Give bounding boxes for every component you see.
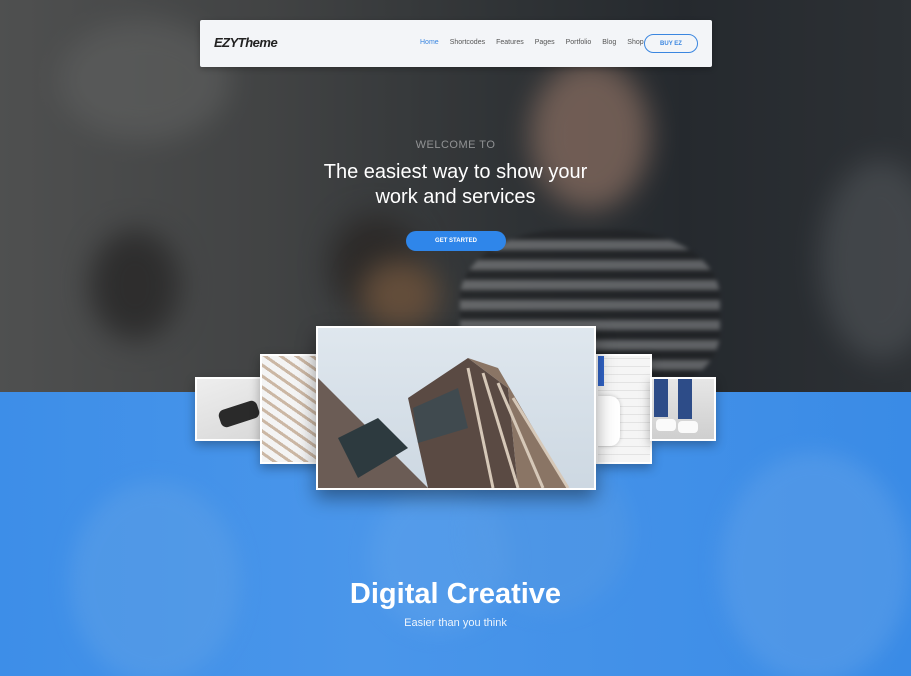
building-illustration bbox=[318, 358, 570, 488]
section-title: Digital Creative bbox=[349, 578, 562, 610]
jeans-shape bbox=[654, 379, 668, 417]
section-subtitle: Easier than you think bbox=[404, 617, 507, 629]
person-jeans-shape bbox=[598, 356, 604, 386]
buy-button[interactable]: BUY EZ bbox=[644, 34, 698, 53]
bg-face-blur bbox=[720, 452, 910, 676]
nav-menu: Home Shortcodes Features Pages Portfolio… bbox=[420, 39, 655, 46]
welcome-text: WELCOME TO bbox=[415, 139, 496, 151]
sneaker-shape bbox=[656, 419, 676, 431]
headline-line-1: The easiest way to show your bbox=[323, 161, 588, 183]
jeans-shape bbox=[678, 379, 692, 419]
gallery-card-person[interactable] bbox=[596, 354, 652, 464]
person-image bbox=[598, 356, 650, 462]
nav-item-shop[interactable]: Shop bbox=[627, 39, 643, 46]
vr-headset-image bbox=[197, 379, 263, 439]
headline-line-2: work and services bbox=[375, 186, 536, 208]
nav-item-portfolio[interactable]: Portfolio bbox=[566, 39, 592, 46]
sneaker-shape bbox=[678, 421, 698, 433]
gallery-card-building[interactable] bbox=[316, 326, 596, 490]
gallery-card-vr[interactable] bbox=[195, 377, 265, 441]
nav-item-blog[interactable]: Blog bbox=[602, 39, 616, 46]
person-shirt-shape bbox=[598, 396, 620, 446]
building-image bbox=[318, 328, 594, 488]
logo[interactable]: EZYTheme bbox=[214, 35, 278, 50]
gallery-card-sneakers[interactable] bbox=[650, 377, 716, 441]
nav-item-shortcodes[interactable]: Shortcodes bbox=[450, 39, 485, 46]
sneakers-image bbox=[652, 379, 714, 439]
navbar: EZYTheme Home Shortcodes Features Pages … bbox=[200, 20, 712, 67]
get-started-button[interactable]: GET STARTED bbox=[406, 231, 506, 251]
hero-headline: The easiest way to show your work and se… bbox=[0, 160, 911, 210]
nav-item-pages[interactable]: Pages bbox=[535, 39, 555, 46]
nav-item-home[interactable]: Home bbox=[420, 39, 439, 46]
vr-headset-shape bbox=[217, 399, 261, 429]
stairs-image bbox=[262, 356, 324, 462]
nav-item-features[interactable]: Features bbox=[496, 39, 524, 46]
